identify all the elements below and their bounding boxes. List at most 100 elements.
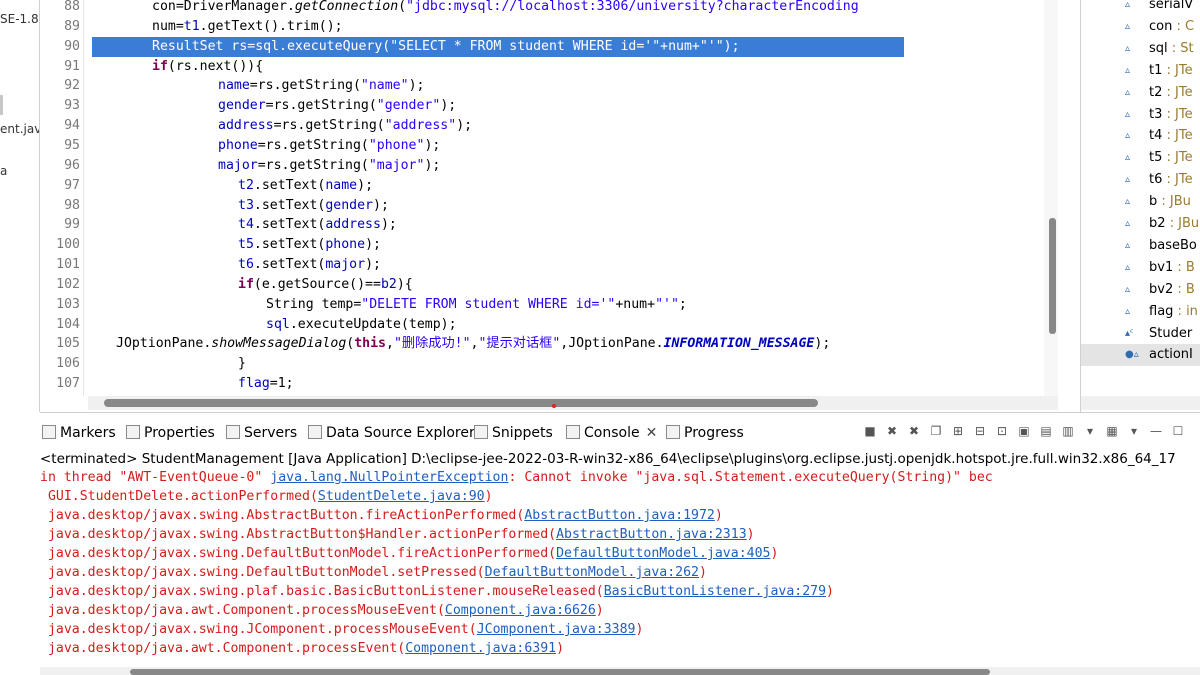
code-text: ResultSet rs=sql.executeQuery("SELECT * …	[152, 36, 740, 57]
outline-item[interactable]: ▵ t2 : JTe	[1081, 82, 1200, 104]
tree-item-jre[interactable]: SE-1.8	[0, 12, 39, 26]
code-line[interactable]: 92 name=rs.getString("name");	[40, 76, 1060, 96]
code-line[interactable]: 97 t2.setText(name);	[40, 176, 1060, 196]
code-line[interactable]: 101 t6.setText(major);	[40, 255, 1060, 275]
outline-item[interactable]: ▵ b : JBu	[1081, 191, 1200, 213]
outline-item[interactable]: ▵ t1 : JTe	[1081, 60, 1200, 82]
code-line[interactable]: 107 flag=1;	[40, 374, 1060, 394]
tab-progress[interactable]: Progress	[666, 421, 744, 445]
outline-item[interactable]: ▵ t5 : JTe	[1081, 147, 1200, 169]
stack-trace-link[interactable]: AbstractButton.java:2313	[556, 527, 747, 542]
code-line[interactable]: 98 t3.setText(gender);	[40, 196, 1060, 216]
stack-trace-link[interactable]: AbstractButton.java:1972	[524, 508, 715, 523]
terminate-icon[interactable]: ■	[862, 423, 878, 439]
outline-item[interactable]: ▵ baseBo	[1081, 235, 1200, 257]
outline-horizontal-scrollbar[interactable]	[1081, 396, 1200, 410]
code-line[interactable]: 93 gender=rs.getString("gender");	[40, 96, 1060, 116]
close-icon[interactable]: ✕	[646, 425, 658, 441]
outline-item[interactable]: ▵ serialV	[1081, 0, 1200, 16]
remove-launch-icon[interactable]: ✖	[884, 423, 900, 439]
outline-item[interactable]: ▵ bv2 : B	[1081, 279, 1200, 301]
show-on-output-icon[interactable]: ⊡	[994, 423, 1010, 439]
console-horizontal-scroll-thumb[interactable]	[130, 669, 990, 675]
outline-item[interactable]: ▵ t3 : JTe	[1081, 104, 1200, 126]
minimize-icon[interactable]: —	[1148, 423, 1164, 439]
outline-item[interactable]: ▵ flag : in	[1081, 301, 1200, 323]
clear-console-icon[interactable]: ❐	[928, 423, 944, 439]
outline-item-type: : St	[1167, 40, 1194, 56]
editor-vertical-scroll-thumb[interactable]	[1049, 218, 1056, 334]
code-line[interactable]: 100 t5.setText(phone);	[40, 235, 1060, 255]
editor-vertical-scrollbar[interactable]	[1044, 0, 1058, 396]
code-token: ,JOptionPane.	[560, 336, 664, 352]
code-token: (e.getSource()==	[253, 276, 381, 292]
tree-item-partial[interactable]: a	[0, 164, 7, 178]
code-line[interactable]: 89 num=t1.getText().trim();	[40, 17, 1060, 37]
show-on-error-icon[interactable]: ▣	[1016, 423, 1032, 439]
code-line[interactable]: 91 if(rs.next()){	[40, 57, 1060, 77]
outline-item[interactable]: ▵ bv1 : B	[1081, 257, 1200, 279]
code-line[interactable]: 102 if(e.getSource()==b2){	[40, 275, 1060, 295]
code-token: sql	[255, 38, 280, 54]
tab-servers[interactable]: Servers	[226, 421, 297, 445]
code-text: major=rs.getString("major");	[218, 156, 440, 176]
tab-console[interactable]: Console ✕	[566, 421, 658, 445]
code-line[interactable]: 94 address=rs.getString("address");	[40, 116, 1060, 136]
code-line[interactable]: 90 ResultSet rs=sql.executeQuery("SELECT …	[40, 36, 1060, 57]
stack-trace-link[interactable]: java.lang.NullPointerException	[270, 470, 508, 485]
open-dropdown-icon[interactable]: ▾	[1126, 423, 1142, 439]
stack-trace-link[interactable]: JComponent.java:3389	[477, 622, 636, 637]
code-line[interactable]: 103 String temp="DELETE FROM student WHER…	[40, 295, 1060, 315]
outline-item[interactable]: ▵ sql : St	[1081, 38, 1200, 60]
outline-item-name: con	[1149, 18, 1173, 34]
code-editor[interactable]: 88 con=DriverManager.getConnection("jdbc:…	[40, 0, 1080, 412]
code-line[interactable]: 95 phone=rs.getString("phone");	[40, 136, 1060, 156]
tab-properties[interactable]: Properties	[126, 421, 215, 445]
open-console-icon[interactable]: ▦	[1104, 423, 1120, 439]
outline-item-name: t6	[1149, 172, 1163, 188]
code-line[interactable]: 106}	[40, 354, 1060, 374]
code-line[interactable]: 96 major=rs.getString("major");	[40, 156, 1060, 176]
stack-trace-link[interactable]: Component.java:6391	[405, 641, 556, 656]
tab-snippets[interactable]: Snippets	[474, 421, 553, 445]
outline-item-name: t5	[1149, 150, 1163, 166]
maximize-icon[interactable]: ☐	[1170, 423, 1186, 439]
code-token: address	[218, 118, 274, 134]
code-line[interactable]: 99 t4.setText(address);	[40, 215, 1060, 235]
stack-trace-link[interactable]: BasicButtonListener.java:279	[604, 584, 826, 599]
stack-trace-link[interactable]: Component.java:6626	[445, 603, 596, 618]
pin-console-icon[interactable]: ▤	[1038, 423, 1054, 439]
tab-data-source-explorer[interactable]: Data Source Explorer	[308, 421, 475, 445]
outline-item[interactable]: ▵ b2 : JBu	[1081, 213, 1200, 235]
stack-trace-link[interactable]: DefaultButtonModel.java:262	[485, 565, 699, 580]
code-line[interactable]: 104 sql.executeUpdate(temp);	[40, 315, 1060, 335]
outline-item[interactable]: ▵ con : C	[1081, 16, 1200, 38]
display-dropdown-icon[interactable]: ▾	[1082, 423, 1098, 439]
code-line[interactable]: 105 JOptionPane.showMessageDialog(this,"删…	[40, 334, 1060, 354]
outline-item-label: t3 : JTe	[1149, 104, 1193, 126]
outline-item[interactable]: ▵ t4 : JTe	[1081, 125, 1200, 147]
tree-item-java-file[interactable]: ent.jav	[0, 122, 39, 136]
line-number: 102	[56, 276, 80, 292]
remove-all-icon[interactable]: ✖	[906, 423, 922, 439]
word-wrap-icon[interactable]: ⊟	[972, 423, 988, 439]
console-text: java.desktop/java.awt.Component.processM…	[40, 603, 445, 618]
tab-markers[interactable]: Markers	[42, 421, 116, 445]
code-token: );	[357, 177, 374, 193]
outline-item-type: : JTe	[1162, 150, 1193, 166]
stack-trace-link[interactable]: StudentDelete.java:90	[318, 489, 485, 504]
outline-item-type: : JTe	[1162, 172, 1193, 188]
stack-trace-link[interactable]: DefaultButtonModel.java:405	[556, 546, 770, 561]
console-text: )	[484, 489, 493, 504]
outline-item[interactable]: ●▵ actionI	[1081, 344, 1200, 367]
display-console-icon[interactable]: ▥	[1060, 423, 1076, 439]
editor-horizontal-scroll-thumb[interactable]	[104, 399, 818, 407]
code-token: gender	[218, 98, 266, 114]
code-line[interactable]: 88 con=DriverManager.getConnection("jdbc:…	[40, 0, 1060, 17]
scroll-lock-icon[interactable]: ⊞	[950, 423, 966, 439]
outline-item[interactable]: ▴ᶜ Studer	[1081, 323, 1200, 345]
code-token: =rs.getString(	[273, 118, 385, 134]
line-number: 90	[64, 38, 80, 54]
outline-pane: ▵ serialV ▵ con : C ▵ sql : St ▵ t1 : JTe ▵ t2 : …	[1080, 0, 1200, 412]
outline-item[interactable]: ▵ t6 : JTe	[1081, 169, 1200, 191]
